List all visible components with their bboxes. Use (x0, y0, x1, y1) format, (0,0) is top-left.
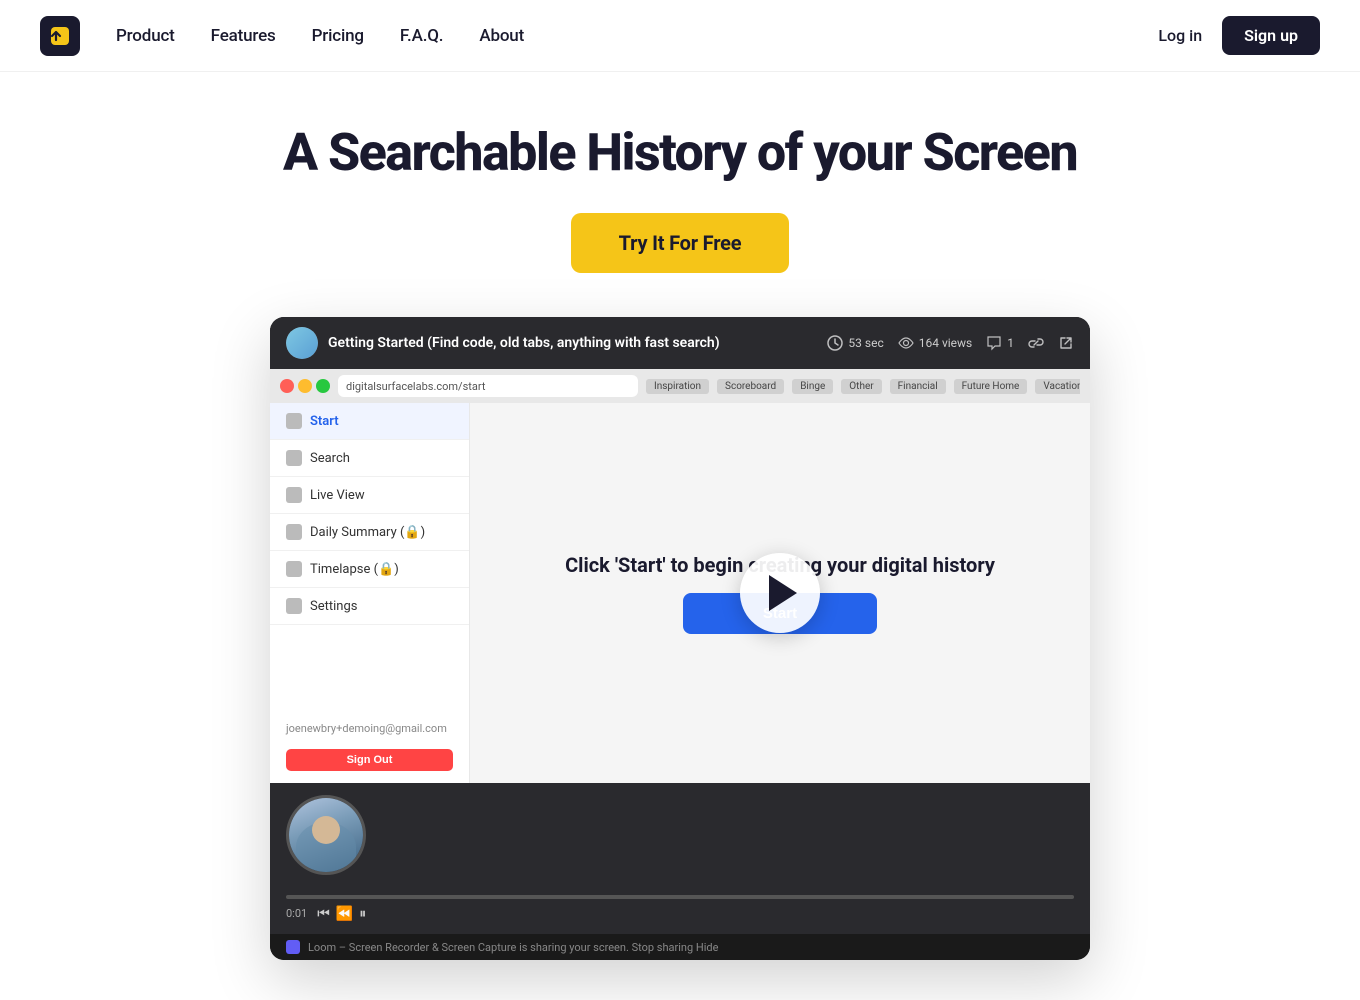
sidebar-label-search: Search (310, 451, 350, 466)
app-inner-area: Start Search Live View Daily Summary (🔒)… (270, 403, 1090, 783)
browser-bookmarks: Inspiration Scoreboard Binge Other Finan… (646, 379, 1080, 394)
nav-link-faq[interactable]: F.A.Q. (400, 26, 443, 46)
sidebar-item-settings[interactable]: Settings (270, 588, 469, 625)
sidebar-user-email: joenewbry+demoing@gmail.com (270, 712, 469, 745)
bookmark-item[interactable]: Future Home (954, 379, 1028, 394)
video-pause-button[interactable]: ⏸ (359, 905, 366, 922)
hero-title: A Searchable History of your Screen (283, 124, 1077, 181)
video-rewind-button[interactable]: ⏮ (317, 905, 330, 922)
loom-bottom-bar: Loom – Screen Recorder & Screen Capture … (270, 934, 1090, 960)
loom-bar-text: Loom – Screen Recorder & Screen Capture … (308, 941, 718, 954)
sidebar-label-daily: Daily Summary (🔒) (310, 525, 425, 540)
bookmark-item[interactable]: Binge (792, 379, 833, 394)
bookmark-item[interactable]: Inspiration (646, 379, 709, 394)
nav-link-product[interactable]: Product (116, 26, 175, 46)
search-icon (286, 450, 302, 466)
bookmark-item[interactable]: Other (841, 379, 881, 394)
sidebar-label-settings: Settings (310, 599, 357, 614)
settings-icon (286, 598, 302, 614)
video-control-buttons: ⏮ ⏪ ⏸ (317, 905, 366, 922)
video-link-stat[interactable] (1028, 335, 1044, 351)
nav-link-features[interactable]: Features (211, 26, 276, 46)
nav-link-pricing[interactable]: Pricing (312, 26, 364, 46)
navbar-left: Product Features Pricing F.A.Q. About (40, 16, 524, 56)
minimize-window-btn[interactable] (298, 379, 312, 393)
close-window-btn[interactable] (280, 379, 294, 393)
login-button[interactable]: Log in (1158, 26, 1202, 45)
video-container: Getting Started (Find code, old tabs, an… (270, 317, 1090, 960)
video-top-left: Getting Started (Find code, old tabs, an… (286, 327, 720, 359)
video-progress-controls: 0:01 ⏮ ⏪ ⏸ (286, 905, 1074, 926)
bookmark-item[interactable]: Financial (890, 379, 946, 394)
live-view-icon (286, 487, 302, 503)
video-progress-track[interactable] (286, 895, 1074, 899)
maximize-window-btn[interactable] (316, 379, 330, 393)
sidebar-item-timelapse[interactable]: Timelapse (🔒) (270, 551, 469, 588)
sidebar-item-start[interactable]: Start (270, 403, 469, 440)
nav-item-pricing[interactable]: Pricing (312, 26, 364, 46)
link-icon (1028, 335, 1044, 351)
nav-links: Product Features Pricing F.A.Q. About (116, 26, 524, 46)
logo-link[interactable] (40, 16, 80, 56)
nav-item-features[interactable]: Features (211, 26, 276, 46)
timelapse-icon (286, 561, 302, 577)
browser-chrome-bar: digitalsurfacelabs.com/start Inspiration… (270, 369, 1090, 403)
browser-window-controls (280, 379, 330, 393)
speaker-avatar (286, 795, 366, 875)
video-duration: 53 sec (848, 336, 883, 350)
bookmark-item[interactable]: Scoreboard (717, 379, 784, 394)
video-views-stat: 164 views (898, 335, 973, 351)
app-main-area: Click 'Start' to begin creating your dig… (470, 403, 1090, 783)
browser-url-bar[interactable]: digitalsurfacelabs.com/start (338, 375, 638, 397)
daily-icon (286, 524, 302, 540)
eye-icon (898, 335, 914, 351)
navbar-right: Log in Sign up (1158, 16, 1320, 55)
nav-item-about[interactable]: About (479, 26, 524, 46)
clock-icon (827, 335, 843, 351)
hero-section: A Searchable History of your Screen Try … (0, 72, 1360, 1000)
video-play-button[interactable] (740, 553, 820, 633)
sidebar-label-start: Start (310, 414, 339, 429)
signup-button[interactable]: Sign up (1222, 16, 1320, 55)
video-views: 164 views (919, 336, 973, 350)
bookmark-item[interactable]: Vacation (1035, 379, 1080, 394)
video-title: Getting Started (Find code, old tabs, an… (328, 335, 720, 351)
video-external-stat[interactable] (1058, 335, 1074, 351)
navbar: Product Features Pricing F.A.Q. About Lo… (0, 0, 1360, 72)
comment-icon (986, 335, 1002, 351)
video-progress-area: 0:01 ⏮ ⏪ ⏸ (270, 887, 1090, 934)
url-text: digitalsurfacelabs.com/start (346, 380, 485, 393)
sidebar-item-daily[interactable]: Daily Summary (🔒) (270, 514, 469, 551)
start-icon (286, 413, 302, 429)
video-comment-count: 1 (1007, 336, 1014, 350)
video-bottom-bar (270, 783, 1090, 887)
sidebar-item-search[interactable]: Search (270, 440, 469, 477)
video-top-bar: Getting Started (Find code, old tabs, an… (270, 317, 1090, 369)
video-comment-stat: 1 (986, 335, 1014, 351)
signout-button[interactable]: Sign Out (286, 749, 453, 771)
video-back-skip-button[interactable]: ⏪ (336, 905, 353, 922)
external-link-icon (1058, 335, 1074, 351)
logo-icon (40, 16, 80, 56)
sidebar-label-liveview: Live View (310, 488, 365, 503)
video-current-time: 0:01 (286, 907, 307, 920)
try-free-button[interactable]: Try It For Free (571, 213, 790, 273)
speaker-avatar-image (289, 798, 363, 872)
play-triangle-icon (769, 575, 797, 611)
video-uploader-avatar (286, 327, 318, 359)
nav-item-product[interactable]: Product (116, 26, 175, 46)
video-duration-stat: 53 sec (827, 335, 883, 351)
loom-logo-icon (286, 940, 300, 954)
video-top-right: 53 sec 164 views 1 (827, 335, 1074, 351)
sidebar-item-liveview[interactable]: Live View (270, 477, 469, 514)
app-sidebar: Start Search Live View Daily Summary (🔒)… (270, 403, 470, 783)
nav-item-faq[interactable]: F.A.Q. (400, 26, 443, 46)
sidebar-label-timelapse: Timelapse (🔒) (310, 562, 399, 577)
nav-link-about[interactable]: About (479, 26, 524, 46)
